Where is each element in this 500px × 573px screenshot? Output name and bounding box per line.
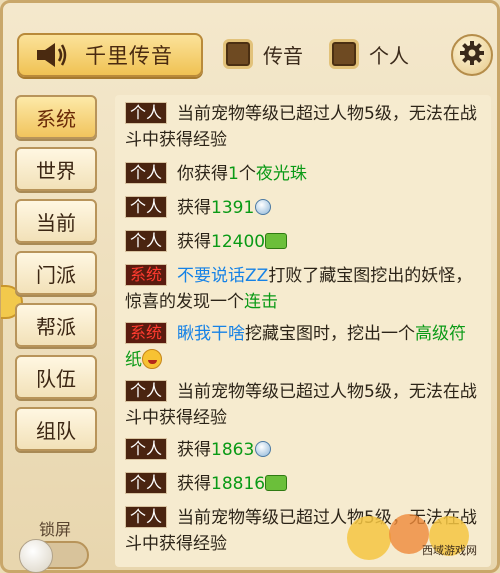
message-text: 挖藏宝图时，挖出一个 [245, 324, 416, 344]
site-watermark-logo: 西域游戏网 [339, 504, 489, 564]
item-count: 1 [228, 164, 239, 184]
lock-screen-toggle[interactable] [19, 539, 89, 573]
message-item: 系统 瞅我干啥挖藏宝图时，挖出一个高级符纸 [125, 321, 481, 373]
message-tag: 个人 [125, 472, 168, 494]
message-text: 获得 [177, 440, 212, 460]
checkbox-personal[interactable]: 个人 [329, 39, 409, 69]
player-name-link[interactable]: 瞅我干啥 [177, 324, 245, 344]
tab-team[interactable]: 队伍 [15, 355, 97, 399]
exp-icon [265, 475, 288, 491]
message-tag: 个人 [125, 196, 168, 218]
message-tag: 个人 [125, 162, 168, 184]
message-item: 个人 你获得1个夜光珠 [125, 161, 481, 187]
item-name-link[interactable]: 连击 [244, 292, 278, 312]
message-item: 系统 不要说话ZZ打败了藏宝图挖出的妖怪，惊喜的发现一个连击 [125, 263, 481, 315]
settings-button[interactable] [451, 34, 493, 76]
silver-coin-icon [255, 441, 272, 457]
message-text: 当前宠物等级已超过人物5级，无法在战斗中获得经验 [125, 104, 477, 150]
message-text: 获得 [177, 474, 212, 494]
gear-icon [459, 40, 485, 70]
checkbox-box[interactable] [329, 39, 359, 69]
broadcast-button[interactable]: 千里传音 [17, 33, 203, 77]
message-item: 个人 获得1391 [125, 195, 481, 221]
message-item: 个人 获得12400 [125, 229, 481, 255]
watermark-text: 西域游戏网 [422, 544, 477, 557]
exp-amount: 18816 [211, 474, 266, 494]
message-text: 你获得 [177, 164, 229, 184]
message-item: 个人 当前宠物等级已超过人物5级，无法在战斗中获得经验 [125, 379, 481, 431]
chat-toolbar: 千里传音 传音 个人 [15, 31, 493, 83]
item-name-link[interactable]: 夜光珠 [256, 164, 307, 184]
tab-world[interactable]: 世界 [15, 147, 97, 191]
chat-window: 千里传音 传音 个人 系统 世界 当前 门派 帮派 队伍 组队 锁屏 个人 当前… [0, 0, 500, 573]
message-item: 个人 获得1863 [125, 437, 481, 463]
tab-system[interactable]: 系统 [15, 95, 97, 139]
checkbox-label: 传音 [263, 43, 303, 68]
message-item: 个人 获得18816 [125, 471, 481, 497]
checkbox-chuanyin[interactable]: 传音 [223, 39, 303, 69]
exp-amount: 12400 [211, 232, 266, 252]
message-text: 获得 [177, 232, 212, 252]
toggle-knob[interactable] [19, 539, 53, 573]
lock-screen-label: 锁屏 [39, 520, 72, 539]
message-tag: 个人 [125, 380, 168, 402]
broadcast-label: 千里传音 [85, 44, 173, 68]
message-tag: 系统 [125, 264, 168, 286]
message-panel[interactable]: 个人 当前宠物等级已超过人物5级，无法在战斗中获得经验 个人 你获得1个夜光珠 个人… [115, 95, 491, 567]
tab-current[interactable]: 当前 [15, 199, 97, 243]
message-tag: 系统 [125, 322, 168, 344]
megaphone-icon [33, 40, 67, 70]
message-tag: 个人 [125, 438, 168, 460]
message-tag: 个人 [125, 506, 168, 528]
message-text: 个 [238, 164, 256, 184]
message-tag: 个人 [125, 102, 168, 124]
silver-amount: 1863 [211, 440, 255, 460]
message-text: 当前宠物等级已超过人物5级，无法在战斗中获得经验 [125, 382, 477, 428]
message-tag: 个人 [125, 230, 168, 252]
tab-sect[interactable]: 门派 [15, 251, 97, 295]
checkbox-box[interactable] [223, 39, 253, 69]
exp-icon [265, 233, 288, 249]
message-item: 个人 当前宠物等级已超过人物5级，无法在战斗中获得经验 [125, 101, 481, 153]
tab-party[interactable]: 组队 [15, 407, 97, 451]
player-name-link[interactable]: 不要说话ZZ [177, 266, 268, 286]
tab-guild[interactable]: 帮派 [15, 303, 97, 347]
message-text: 获得 [177, 198, 212, 218]
silver-coin-icon [255, 199, 272, 215]
checkbox-label: 个人 [369, 43, 409, 68]
silver-amount: 1391 [211, 198, 255, 218]
smile-emoji-icon [142, 349, 162, 369]
